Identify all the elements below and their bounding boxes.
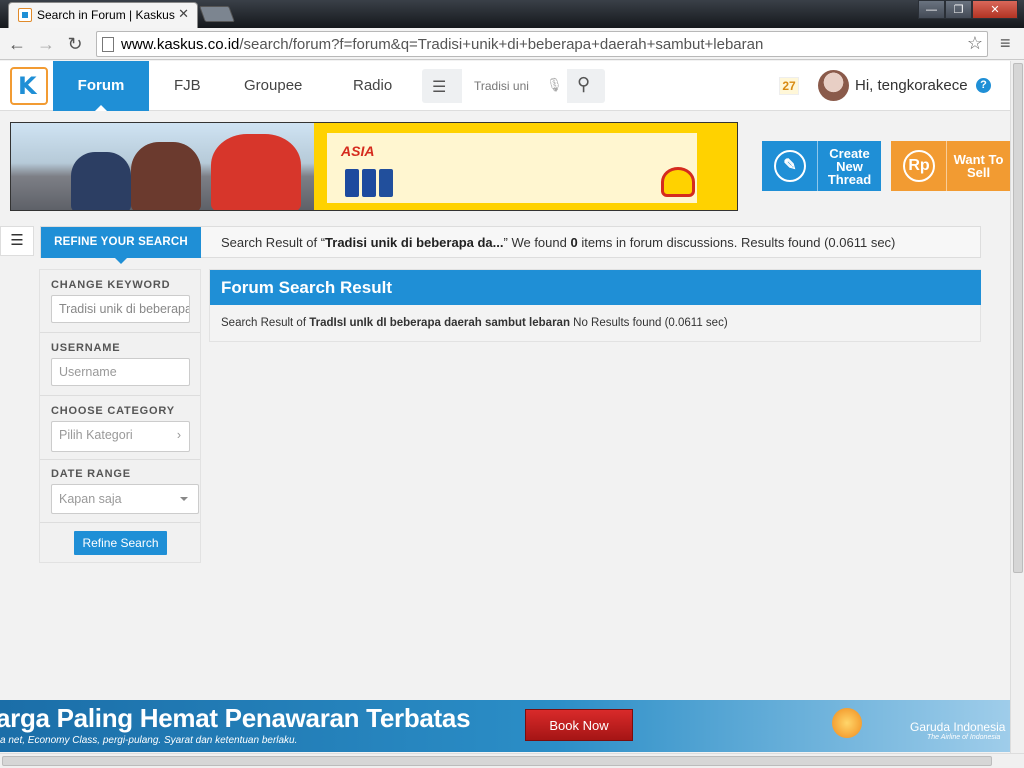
nav-radio[interactable]: Radio xyxy=(353,61,392,111)
nav-forum[interactable]: Forum xyxy=(53,61,149,111)
refine-search-button[interactable]: Refine Search xyxy=(74,531,167,555)
browser-titlebar: Search in Forum | Kaskus - ✕ — ❐ ✕ xyxy=(0,0,1024,28)
nav-groupee[interactable]: Groupee xyxy=(244,61,302,111)
user-avatar[interactable] xyxy=(818,70,849,101)
minimize-icon[interactable]: — xyxy=(918,0,945,19)
notification-badge[interactable]: 27 xyxy=(779,77,799,95)
window-close-icon[interactable]: ✕ xyxy=(972,0,1018,19)
nav-fjb[interactable]: FJB xyxy=(174,61,201,111)
pencil-icon: ✎ xyxy=(774,150,806,182)
url-text: www.kaskus.co.id/search/forum?f=forum&q=… xyxy=(121,36,763,53)
pencil-icon-box: ✎ xyxy=(762,141,818,191)
result-panel-title: Forum Search Result xyxy=(210,270,981,305)
username-filter-group: USERNAME Username xyxy=(40,333,200,396)
category-select[interactable]: Pilih Kategori xyxy=(51,421,190,452)
result-message-prefix: Search Result of xyxy=(221,317,310,329)
keyword-filter-group: CHANGE KEYWORD Tradisi unik di beberapa xyxy=(40,270,200,333)
summary-prefix: Search Result of “ xyxy=(221,235,326,250)
create-thread-label: Create New Thread xyxy=(827,145,872,187)
rupiah-icon-box: Rp xyxy=(891,141,947,191)
rupiah-icon: Rp xyxy=(903,150,935,182)
refine-filters-panel: CHANGE KEYWORD Tradisi unik di beberapa … xyxy=(39,269,201,563)
garuda-tagline: The Airline of Indonesia xyxy=(927,734,1001,741)
kaskus-logo[interactable]: K xyxy=(10,67,48,105)
motorbike-rider-graphic xyxy=(131,142,201,210)
forum-search-result-panel: Forum Search Result Search Result of Tra… xyxy=(209,269,981,342)
new-tab-button[interactable] xyxy=(199,6,235,22)
forward-icon[interactable]: → xyxy=(34,32,58,56)
shell-logo xyxy=(661,167,695,197)
keyword-label: CHANGE KEYWORD xyxy=(51,279,171,291)
horizontal-scrollbar-thumb[interactable] xyxy=(2,756,992,766)
summary-query: Tradisi unik di beberapa da... xyxy=(325,235,504,250)
want-to-sell-label: Want To Sell xyxy=(953,152,1004,180)
url-path: /search/forum?f=forum&q=Tradisi+unik+di+… xyxy=(239,36,764,53)
want-to-sell-button[interactable]: Rp Want To Sell xyxy=(891,141,1010,191)
banner-riders-image xyxy=(11,123,314,210)
user-greeting[interactable]: Hi, tengkorakece xyxy=(855,77,968,94)
reload-icon[interactable]: ↻ xyxy=(63,32,87,56)
tab-title: Search in Forum | Kaskus - xyxy=(37,8,177,22)
asia-talent-cup-logo: ASIA xyxy=(341,143,375,159)
oil-can-graphic xyxy=(345,169,359,197)
date-range-label: DATE RANGE xyxy=(51,468,131,480)
header-search: ☰ Tradisi uni 🎙 ⚲ xyxy=(422,69,605,103)
page-icon xyxy=(102,37,114,52)
browser-toolbar: ← → ↻ www.kaskus.co.id/search/forum?f=fo… xyxy=(0,28,1024,60)
category-label: CHOOSE CATEGORY xyxy=(51,405,175,417)
racer-rider-graphic xyxy=(211,134,301,210)
browser-menu-icon[interactable]: ≡ xyxy=(1000,33,1016,53)
summary-mid: ” We found xyxy=(503,235,571,250)
scooter-rider-graphic xyxy=(71,152,131,210)
username-input[interactable]: Username xyxy=(51,358,190,386)
date-filter-group: DATE RANGE Kapan saja xyxy=(40,460,200,523)
shell-advertisement-banner[interactable]: ASIA xyxy=(10,122,738,211)
refine-your-search-tab[interactable]: REFINE YOUR SEARCH xyxy=(41,227,201,264)
address-bar[interactable]: www.kaskus.co.id/search/forum?f=forum&q=… xyxy=(96,31,988,57)
site-header: K Forum FJB Groupee Radio ☰ Tradisi uni … xyxy=(0,61,1010,111)
vertical-scrollbar-thumb[interactable] xyxy=(1013,63,1023,573)
search-summary: Search Result of “Tradisi unik di bebera… xyxy=(221,235,895,250)
back-icon[interactable]: ← xyxy=(5,32,29,56)
ad-headline: arga Paling Hemat Penawaran Terbatas xyxy=(0,703,471,733)
summary-count: 0 xyxy=(570,235,578,250)
bookmark-star-icon[interactable]: ☆ xyxy=(967,33,983,54)
keyword-input[interactable]: Tradisi unik di beberapa xyxy=(51,295,190,323)
result-message-query: TradIsI unIk dI beberapa daerah sambut l… xyxy=(309,317,570,329)
search-category-list-icon[interactable]: ☰ xyxy=(432,77,446,97)
help-icon[interactable]: ? xyxy=(976,78,991,93)
book-now-button[interactable]: Book Now xyxy=(525,709,633,741)
category-filter-group: CHOOSE CATEGORY Pilih Kategori xyxy=(40,396,200,460)
banner-yellow-strip xyxy=(697,123,737,210)
browser-tab[interactable]: Search in Forum | Kaskus - ✕ xyxy=(8,2,198,28)
microphone-icon[interactable]: 🎙 xyxy=(546,77,563,93)
summary-suffix: items in forum discussions. Results foun… xyxy=(577,235,896,250)
kaskus-favicon-icon xyxy=(18,8,32,22)
ad-subline: a net, Economy Class, pergi-pulang. Syar… xyxy=(0,735,298,746)
maximize-icon[interactable]: ❐ xyxy=(945,0,972,19)
username-label: USERNAME xyxy=(51,342,121,354)
window-controls: — ❐ ✕ xyxy=(918,0,1018,20)
horizontal-scrollbar[interactable] xyxy=(0,753,1024,768)
garuda-brand: Garuda Indonesia xyxy=(910,720,1006,734)
result-message: Search Result of TradIsI unIk dI beberap… xyxy=(221,317,728,329)
date-range-select[interactable]: Kapan saja xyxy=(51,484,199,514)
url-host: www.kaskus.co.id xyxy=(121,36,240,53)
oil-can-graphic xyxy=(379,169,393,197)
refine-bar: REFINE YOUR SEARCH Search Result of “Tra… xyxy=(40,226,981,264)
oil-can-graphic xyxy=(362,169,376,197)
result-message-suffix: No Results found (0.0611 sec) xyxy=(569,317,728,329)
create-new-thread-button[interactable]: ✎ Create New Thread xyxy=(762,141,881,191)
close-tab-icon[interactable]: ✕ xyxy=(178,6,189,22)
sidebar-toggle-list-icon[interactable]: ☰ xyxy=(0,226,34,256)
sun-badge-icon xyxy=(832,708,862,738)
logo-letter: K xyxy=(18,72,37,100)
search-icon[interactable]: ⚲ xyxy=(577,74,590,95)
vertical-scrollbar[interactable] xyxy=(1010,61,1024,753)
garuda-advertisement-banner[interactable]: arga Paling Hemat Penawaran Terbatas a n… xyxy=(0,700,1010,752)
